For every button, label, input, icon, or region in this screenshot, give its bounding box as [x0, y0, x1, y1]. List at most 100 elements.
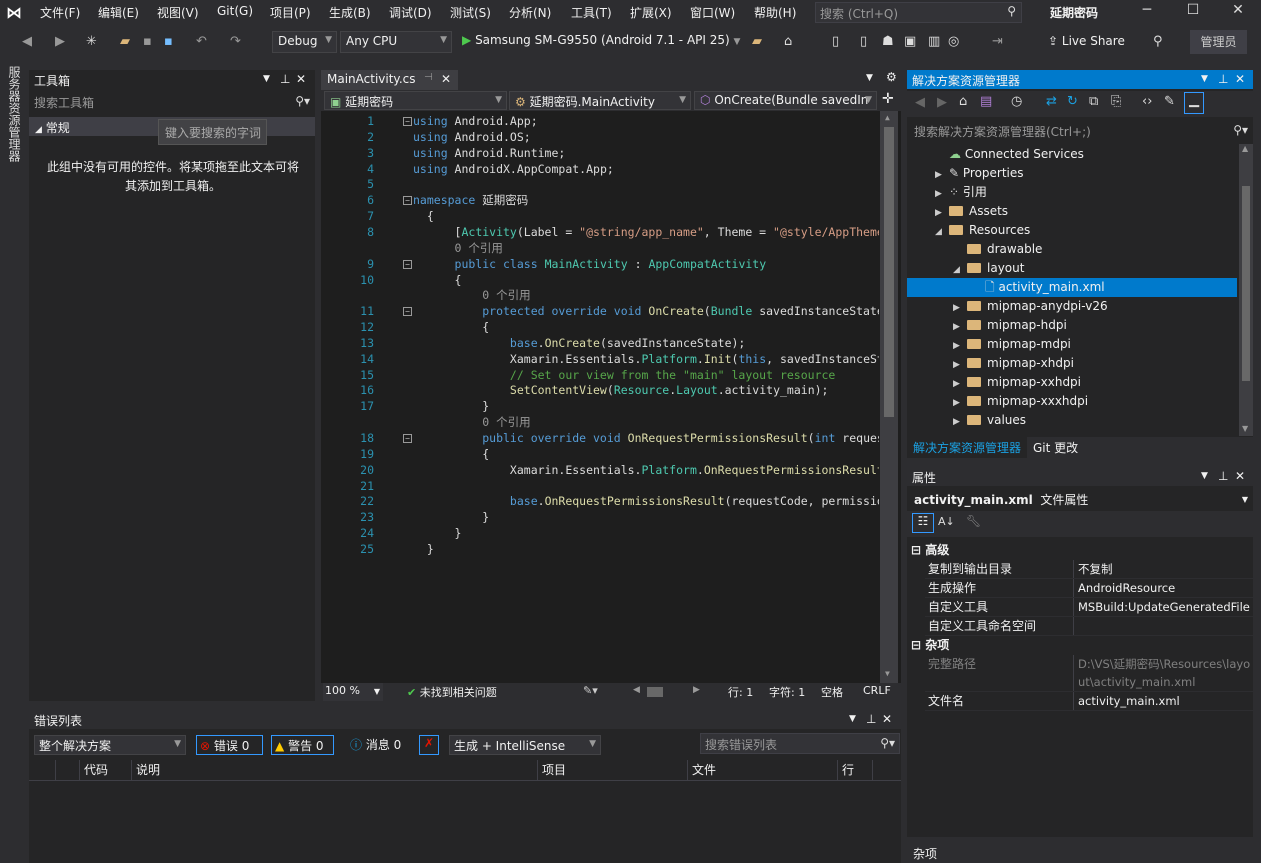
- messages-filter-button[interactable]: ⓘ 消息 0: [347, 735, 409, 755]
- source-dropdown[interactable]: 生成 + IntelliSense ▼: [449, 735, 601, 755]
- tree-scrollbar[interactable]: ▲ ▼: [1239, 144, 1253, 436]
- property-row[interactable]: 自定义工具命名空间: [925, 617, 1253, 636]
- expand-chevron-icon[interactable]: ▶: [953, 413, 967, 432]
- collapse-all-icon[interactable]: ⧉: [1089, 94, 1098, 109]
- live-share-button[interactable]: ⇪ Live Share: [1048, 34, 1125, 48]
- codelens-references[interactable]: 0 个引用: [413, 414, 530, 430]
- scroll-left-icon[interactable]: ◀: [633, 685, 640, 695]
- close-icon[interactable]: ✕: [882, 712, 892, 726]
- pin-icon[interactable]: ⊥: [280, 72, 290, 86]
- tree-item[interactable]: ◢ Resources: [907, 221, 1237, 240]
- property-value[interactable]: 不复制: [1074, 560, 1252, 578]
- tree-item[interactable]: ▶ mipmap-xxxhdpi: [907, 392, 1237, 411]
- tree-item[interactable]: ☁ Connected Services: [907, 145, 1237, 164]
- menu-7[interactable]: 测试(S): [450, 4, 491, 21]
- codelens-references[interactable]: 0 个引用: [413, 287, 530, 303]
- maximize-button[interactable]: ☐: [1178, 2, 1208, 18]
- platform-dropdown[interactable]: Any CPU ▼: [340, 31, 452, 53]
- open-icon[interactable]: ▰: [120, 34, 130, 49]
- code-editor[interactable]: 1− using Android.App; 2 using Android.OS; 3 u…: [321, 111, 901, 683]
- scroll-right-icon[interactable]: ▶: [693, 685, 700, 695]
- menu-1[interactable]: 编辑(E): [98, 4, 139, 21]
- property-row[interactable]: 完整路径 D:\VS\延期密码\Resources\layout\activity…: [925, 655, 1253, 692]
- pin-icon[interactable]: ⊥: [1218, 72, 1228, 86]
- dropdown-icon[interactable]: ▼: [263, 74, 270, 84]
- tree-item[interactable]: ▶ ⁘ 引用: [907, 183, 1237, 202]
- horizontal-scroll-thumb[interactable]: [647, 687, 663, 697]
- new-project-icon[interactable]: ✳: [86, 34, 97, 49]
- tab-list-icon[interactable]: ▼: [866, 73, 873, 83]
- properties-wrench-icon[interactable]: ✎: [1164, 94, 1175, 109]
- back-icon[interactable]: ◀: [915, 95, 925, 110]
- tree-item[interactable]: ▶ ✎ Properties: [907, 164, 1237, 183]
- fold-toggle-icon[interactable]: −: [403, 434, 412, 443]
- tree-item[interactable]: ▶ mipmap-hdpi: [907, 316, 1237, 335]
- property-pages-icon[interactable]: 🔧︎: [966, 514, 981, 528]
- android-icon[interactable]: ☗: [882, 34, 894, 49]
- tree-item[interactable]: ▶ Assets: [907, 202, 1237, 221]
- menu-8[interactable]: 分析(N): [509, 4, 551, 21]
- menu-4[interactable]: 项目(P): [270, 4, 311, 21]
- menu-2[interactable]: 视图(V): [157, 4, 199, 21]
- minimize-button[interactable]: ─: [1132, 2, 1162, 18]
- sync-icon[interactable]: ⇄: [1046, 94, 1057, 109]
- back-icon[interactable]: ◀: [22, 34, 32, 49]
- menu-11[interactable]: 窗口(W): [690, 4, 735, 21]
- property-row[interactable]: 自定义工具 MSBuild:UpdateGeneratedFile: [925, 598, 1253, 617]
- zoom-dropdown[interactable]: 100 % ▼: [323, 683, 383, 701]
- split-icon[interactable]: ✛: [882, 91, 894, 107]
- scroll-thumb[interactable]: [884, 127, 894, 417]
- undo-icon[interactable]: ↶: [196, 34, 207, 49]
- tree-item[interactable]: ▶ mipmap-mdpi: [907, 335, 1237, 354]
- tree-item[interactable]: ▶ mipmap-anydpi-v26: [907, 297, 1237, 316]
- tab-git-changes[interactable]: Git 更改: [1029, 437, 1082, 458]
- menu-0[interactable]: 文件(F): [40, 4, 80, 21]
- menu-12[interactable]: 帮助(H): [754, 4, 796, 21]
- category-advanced[interactable]: ⊟ 高级: [907, 541, 1253, 560]
- home-icon[interactable]: ⌂: [959, 94, 967, 109]
- tab-solution-explorer[interactable]: 解决方案资源管理器: [907, 437, 1028, 458]
- pending-changes-icon[interactable]: ◷: [1011, 94, 1022, 109]
- global-search-input[interactable]: 搜索 (Ctrl+Q) ⚲: [815, 2, 1022, 23]
- vertical-scrollbar[interactable]: ▲ ▼: [880, 111, 898, 683]
- solution-search-input[interactable]: 搜索解决方案资源管理器(Ctrl+;) ⚲▾: [907, 120, 1253, 141]
- property-row[interactable]: 复制到输出目录 不复制: [925, 560, 1253, 579]
- fold-toggle-icon[interactable]: −: [403, 196, 412, 205]
- col-description[interactable]: 说明: [132, 760, 538, 780]
- alphabetical-icon[interactable]: A↓: [938, 515, 955, 528]
- tree-item[interactable]: ◢ layout: [907, 259, 1237, 278]
- errors-filter-button[interactable]: ⊗ 错误 0: [196, 735, 263, 755]
- scroll-thumb[interactable]: [1242, 186, 1250, 381]
- tree-item[interactable]: ▶ values: [907, 411, 1237, 430]
- show-all-files-icon[interactable]: ⎘: [1111, 94, 1121, 109]
- error-search-input[interactable]: 搜索错误列表 ⚲▾: [700, 733, 900, 754]
- categorized-icon[interactable]: ☷: [912, 513, 934, 533]
- menu-3[interactable]: Git(G): [217, 4, 253, 18]
- pin-icon[interactable]: ⊥: [1218, 469, 1228, 483]
- scope-dropdown[interactable]: 整个解决方案 ▼: [34, 735, 186, 755]
- menu-9[interactable]: 工具(T): [571, 4, 612, 21]
- dropdown-icon[interactable]: ▼: [1201, 471, 1208, 481]
- project-dropdown[interactable]: ▣ 延期密码 ▼: [324, 91, 507, 110]
- col-project[interactable]: 项目: [538, 760, 688, 780]
- device-log-icon[interactable]: ▯: [860, 34, 867, 49]
- tab-mainactivity[interactable]: MainActivity.cs ⊣ ✕: [321, 70, 458, 90]
- close-icon[interactable]: ✕: [296, 72, 306, 86]
- save-icon[interactable]: ▪: [143, 34, 152, 49]
- pin-icon[interactable]: ⊥: [866, 712, 876, 726]
- category-misc[interactable]: ⊟ 杂项: [907, 636, 1253, 655]
- folder-search-icon[interactable]: ▰: [752, 34, 762, 49]
- menu-5[interactable]: 生成(B): [329, 4, 371, 21]
- tree-item[interactable]: ▶ mipmap-xxhdpi: [907, 373, 1237, 392]
- redo-icon[interactable]: ↷: [230, 34, 241, 49]
- forward-icon[interactable]: ▶: [55, 34, 65, 49]
- fold-toggle-icon[interactable]: −: [403, 307, 412, 316]
- profiler-icon[interactable]: ◎: [948, 34, 959, 49]
- dropdown-icon[interactable]: ▼: [849, 714, 856, 724]
- user-badge[interactable]: 管理员: [1190, 30, 1247, 54]
- pin-icon[interactable]: ⊣: [424, 72, 433, 83]
- warnings-filter-button[interactable]: ▲ 警告 0: [271, 735, 334, 755]
- property-value[interactable]: D:\VS\延期密码\Resources\layout\activity_mai…: [1074, 655, 1252, 691]
- switch-views-icon[interactable]: ▤: [980, 94, 992, 109]
- close-icon[interactable]: ✕: [1235, 72, 1245, 86]
